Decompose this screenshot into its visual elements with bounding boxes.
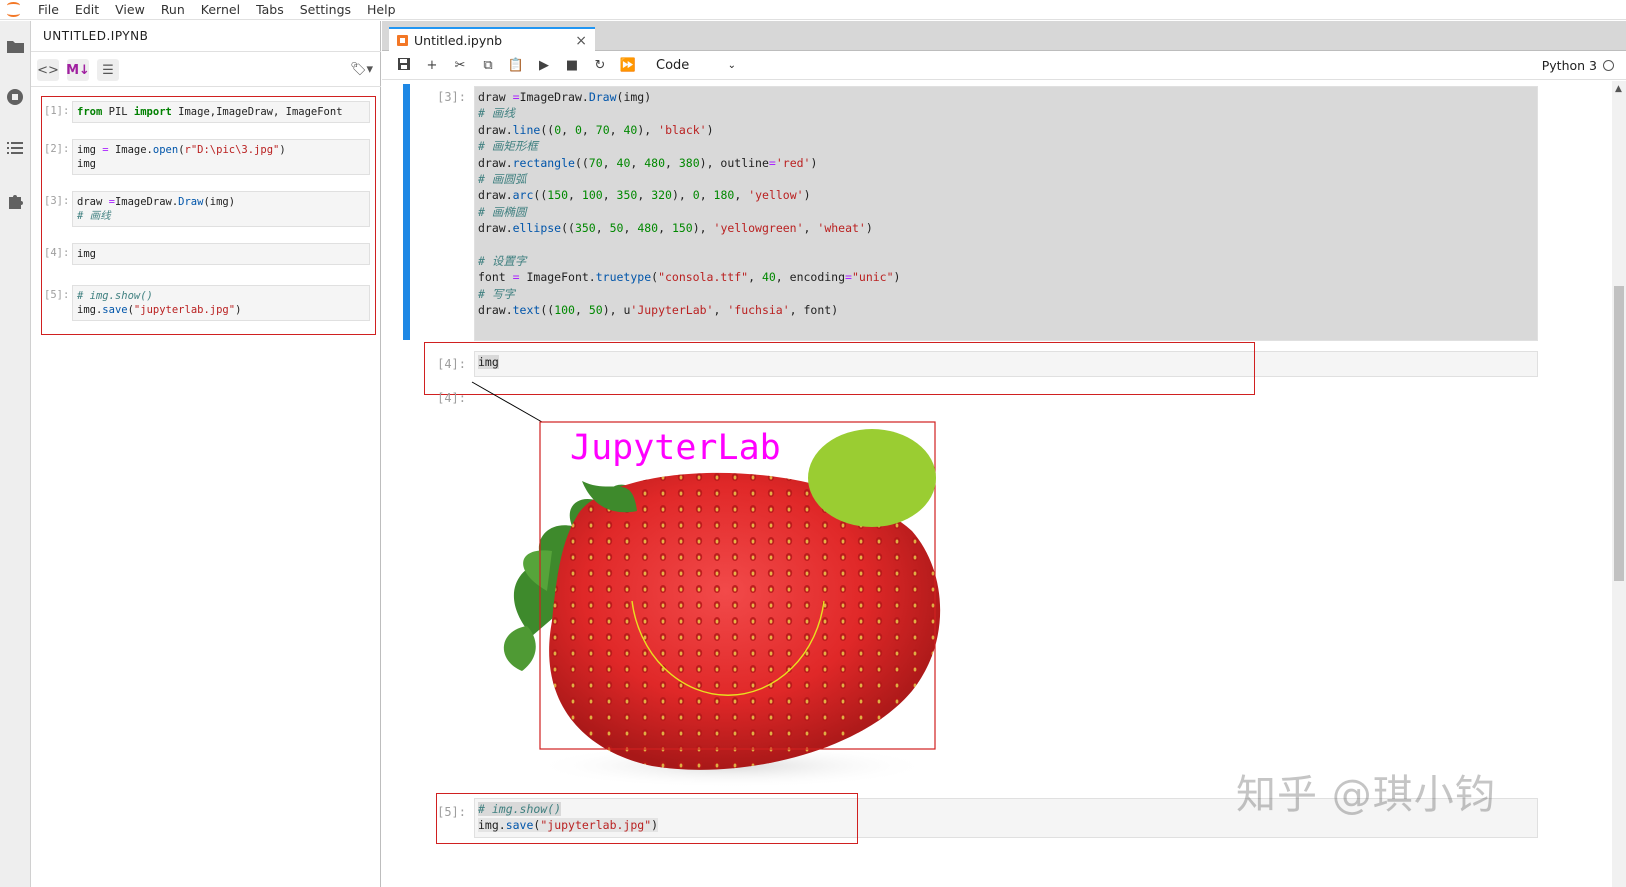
toc-numbering-toggle-button[interactable]: ☰: [97, 59, 119, 81]
annotation-line: [471, 381, 543, 423]
kernel-status-icon: [1603, 60, 1614, 71]
running-kernels-icon[interactable]: [6, 88, 24, 106]
copy-icon[interactable]: ⧉: [474, 58, 502, 73]
cut-icon[interactable]: ✂: [446, 58, 474, 73]
stop-icon[interactable]: ■: [558, 58, 586, 73]
cell-4-highlight-box: [424, 342, 1255, 395]
notebook-icon: [397, 35, 408, 46]
output-4-prompt: [4]:: [437, 391, 466, 405]
paste-icon[interactable]: 📋: [502, 58, 530, 73]
table-of-contents-panel: UNTITLED.IPYNB <> M↓ ☰ 🏷▾ [1]: from PIL …: [31, 21, 381, 887]
tab-bar: Untitled.ipynb ×: [382, 21, 1626, 52]
toc-code: img: [72, 243, 370, 265]
toc-code: from PIL import Image,ImageDraw, ImageFo…: [72, 101, 370, 123]
menu-help[interactable]: Help: [359, 0, 404, 20]
jupyter-logo-icon: [0, 0, 30, 20]
code-brackets-icon: <>: [37, 62, 59, 78]
menu-file[interactable]: File: [30, 0, 67, 20]
menu-bar: File Edit View Run Kernel Tabs Settings …: [0, 0, 1626, 20]
extension-puzzle-icon[interactable]: [6, 191, 24, 209]
kernel-name: Python 3: [1541, 58, 1597, 73]
active-cell-collapser[interactable]: [403, 84, 410, 340]
scroll-up-icon[interactable]: ▲: [1615, 84, 1622, 94]
numbered-list-icon: ☰: [102, 62, 114, 78]
jupyterlab-window: File Edit View Run Kernel Tabs Settings …: [0, 0, 1626, 887]
toc-code: # img.show() img.save("jupyterlab.jpg"): [72, 285, 370, 321]
folder-icon[interactable]: [6, 37, 24, 55]
menu-view[interactable]: View: [107, 0, 153, 20]
toc-cells-highlight: [1]: from PIL import Image,ImageDraw, Im…: [41, 96, 376, 335]
toc-toolbar: <> M↓ ☰ 🏷▾: [31, 51, 381, 87]
save-icon[interactable]: [390, 57, 418, 74]
cell-3-editor[interactable]: draw =ImageDraw.Draw(img) # 画线 draw.line…: [474, 86, 1538, 341]
image-text-jupyterlab: JupyterLab: [570, 428, 781, 468]
fast-forward-icon[interactable]: ⏩: [614, 58, 642, 73]
toc-prompt: [3]:: [44, 195, 70, 207]
cell-3-prompt: [3]:: [437, 90, 466, 104]
restart-icon[interactable]: ↻: [586, 58, 614, 73]
sidebar-rail: [0, 21, 31, 887]
main-area: Untitled.ipynb × + ✂ ⧉ 📋 ▶ ■ ↻ ⏩ Code ⌄ …: [382, 21, 1626, 887]
tag-filter-icon[interactable]: 🏷▾: [350, 62, 373, 77]
tab-untitled-ipynb[interactable]: Untitled.ipynb ×: [389, 27, 595, 52]
strawberry-output-image: JupyterLab: [503, 421, 941, 788]
toc-prompt: [5]:: [44, 289, 70, 301]
menu-settings[interactable]: Settings: [292, 0, 359, 20]
menu-edit[interactable]: Edit: [67, 0, 107, 20]
toc-prompt: [1]:: [44, 105, 70, 117]
notebook-toolbar: + ✂ ⧉ 📋 ▶ ■ ↻ ⏩ Code ⌄ Python 3: [382, 52, 1626, 80]
notebook-scrollbar[interactable]: ▲: [1612, 81, 1626, 887]
toc-prompt: [4]:: [44, 247, 70, 259]
add-cell-icon[interactable]: +: [418, 58, 446, 73]
run-icon[interactable]: ▶: [530, 58, 558, 73]
table-of-contents-icon[interactable]: [6, 139, 24, 157]
kernel-indicator[interactable]: Python 3: [1542, 58, 1614, 73]
toc-prompt: [2]:: [44, 143, 70, 155]
menu-tabs[interactable]: Tabs: [248, 0, 292, 20]
cell-type-value: Code: [656, 58, 690, 73]
cell-type-select[interactable]: Code ⌄: [656, 58, 736, 73]
toc-code: draw =ImageDraw.Draw(img) # 画线: [72, 191, 370, 227]
toc-title: UNTITLED.IPYNB: [43, 29, 149, 43]
chevron-down-icon: ⌄: [727, 60, 736, 71]
menu-run[interactable]: Run: [153, 0, 193, 20]
scrollbar-thumb[interactable]: [1614, 286, 1624, 581]
toc-markdown-toggle-button[interactable]: M↓: [66, 59, 90, 81]
markdown-icon: M↓: [66, 62, 90, 78]
cell-5-highlight-box: [436, 793, 858, 844]
menu-kernel[interactable]: Kernel: [193, 0, 248, 20]
watermark: 知乎 @琪小钧: [1236, 772, 1496, 818]
toc-code-toggle-button[interactable]: <>: [37, 59, 59, 81]
tab-label: Untitled.ipynb: [414, 33, 503, 48]
toc-code: img = Image.open(r"D:\pic\3.jpg") img: [72, 139, 370, 175]
close-icon[interactable]: ×: [575, 33, 587, 49]
